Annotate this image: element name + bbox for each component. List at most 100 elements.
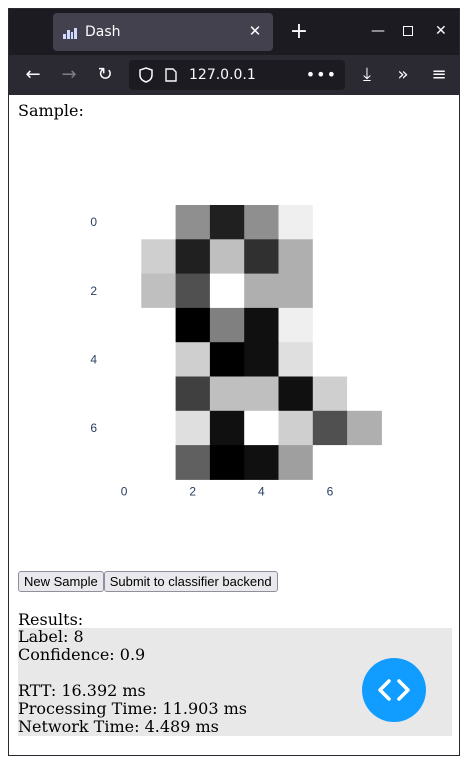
heatmap-cell [244,273,279,309]
heatmap-cell [312,445,348,480]
heatmap-cell [244,342,279,377]
heatmap-cell [175,205,211,240]
browser-window: Dash ✕ + — ✕ ← → ↻ 127.0.0.1 ••• ⤓ » ≡ S… [8,8,460,756]
heatmap-cell [107,410,142,446]
y-tick-label: 2 [90,284,97,298]
heatmap-cell [209,273,245,309]
page-icon [165,68,177,82]
x-tick-label: 0 [121,484,128,498]
y-tick-label: 0 [90,215,97,229]
url-bar[interactable]: 127.0.0.1 ••• [129,60,345,90]
more-icon[interactable]: ••• [306,65,337,84]
dev-tools-button[interactable] [362,658,426,722]
heatmap-cell [107,445,142,480]
x-tick-label: 6 [327,484,334,498]
heatmap-cell [278,410,314,446]
heatmap-cell [312,307,348,343]
heatmap-cell [312,205,348,240]
heatmap-cell [244,376,279,412]
download-icon[interactable]: ⤓ [353,61,381,89]
heatmap-cell [278,205,314,240]
code-brackets-icon [378,679,410,701]
heatmap-cell [278,239,314,275]
reload-icon[interactable]: ↻ [91,61,119,89]
heatmap-cell [209,376,245,412]
overflow-menu-icon[interactable]: » [389,61,417,89]
heatmap-cell [141,376,177,412]
digit-heatmap: 0 2 4 6 0 2 4 6 [90,205,382,498]
heatmap-cell [244,205,279,240]
heatmap-cell [141,273,177,309]
forward-icon[interactable]: → [55,61,83,89]
heatmap-cell [278,342,314,377]
heatmap-cell [209,239,245,275]
dash-favicon-icon [63,25,77,39]
heatmap-cell [312,239,348,275]
heatmap-cell [278,445,314,480]
heatmap-cell [244,410,279,446]
minimize-icon[interactable]: — [371,22,385,40]
heatmap-cell [209,410,245,446]
heatmap-cell [107,376,142,412]
navigation-bar: ← → ↻ 127.0.0.1 ••• ⤓ » ≡ [9,55,459,95]
heatmap-cell [141,239,177,275]
heatmap-cell [175,273,211,309]
heatmap-cell [347,307,382,343]
heatmap-cell [209,307,245,343]
heatmap-cell [347,410,382,446]
browser-tab[interactable]: Dash ✕ [53,13,273,51]
heatmap-cell [278,307,314,343]
label-result: Label: 8 [18,627,84,646]
back-icon[interactable]: ← [19,61,47,89]
tab-bar: Dash ✕ + — ✕ [9,9,459,55]
window-close-icon[interactable]: ✕ [435,22,447,40]
heatmap-cell [107,239,142,275]
y-tick-label: 6 [90,421,97,435]
new-tab-icon[interactable]: + [285,18,313,46]
url-text[interactable]: 127.0.0.1 [189,67,256,83]
control-buttons: New Sample Submit to classifier backend [18,571,278,592]
page-content: Sample: 02460246 New Sample Submit to cl… [9,95,459,755]
submit-button[interactable]: Submit to classifier backend [103,571,278,592]
heatmap-cell [175,376,211,412]
heatmap-cell [312,273,348,309]
heatmap-cell [312,376,348,412]
y-tick-label: 4 [90,352,97,366]
maximize-icon[interactable] [403,26,413,36]
heatmap-cell [278,273,314,309]
heatmap-cell [312,410,348,446]
heatmap-cell [209,205,245,240]
heatmap-cell [107,307,142,343]
heatmap-cell [244,239,279,275]
heatmap-cell [347,273,382,309]
tab-title: Dash [85,24,121,40]
heatmap-cell [347,205,382,240]
heatmap-cell [141,205,177,240]
heatmap-cell [278,376,314,412]
heatmap-cell [107,342,142,377]
hamburger-menu-icon[interactable]: ≡ [425,61,453,89]
x-tick-label: 2 [189,484,196,498]
heatmap-cell [141,307,177,343]
heatmap-cell [175,239,211,275]
heatmap-cell [175,410,211,446]
new-sample-button[interactable]: New Sample [18,571,104,592]
heatmap-cell [141,445,177,480]
heatmap-cell [107,205,142,240]
heatmap-cell [312,342,348,377]
heatmap-cell [175,342,211,377]
close-icon[interactable]: ✕ [247,23,263,39]
heatmap-cell [244,307,279,343]
heatmap-cell [209,445,245,480]
heatmap-cell [141,342,177,377]
heatmap-cell [175,307,211,343]
heatmap-cell [107,273,142,309]
heatmap-cell [141,410,177,446]
heatmap-cell [347,239,382,275]
heatmap-cell [175,445,211,480]
heatmap-cell [347,445,382,480]
heatmap-cell [347,342,382,377]
shield-icon[interactable] [139,67,153,83]
heatmap-cell [347,376,382,412]
heatmap-cell [209,342,245,377]
